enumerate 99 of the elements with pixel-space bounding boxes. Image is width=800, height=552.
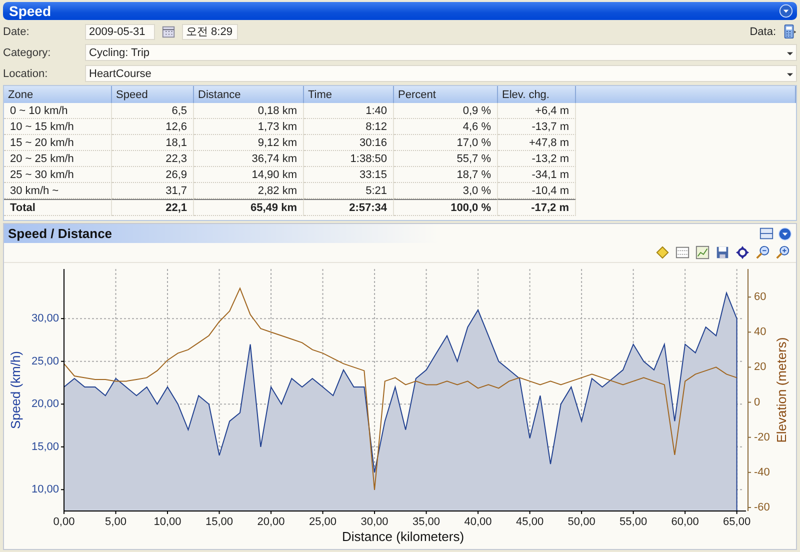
table-cell: 14,90 km <box>194 167 304 183</box>
table-cell: 25 ~ 30 km/h <box>4 167 112 183</box>
x-tick-label: 25,00 <box>309 516 337 528</box>
table-cell: 1:38:50 <box>304 151 394 167</box>
x-tick-label: 40,00 <box>464 516 492 528</box>
layout-icon[interactable] <box>759 226 774 241</box>
panel-title: Speed / Distance <box>8 226 112 241</box>
table-cell: 4,6 % <box>394 119 498 135</box>
table-cell: 22,3 <box>112 151 194 167</box>
zoom-in-icon[interactable] <box>775 245 790 260</box>
time-field[interactable]: 오전 8:29 <box>182 24 238 40</box>
field-label: Data: <box>750 26 776 38</box>
x-axis-title: Distance (kilometers) <box>342 529 464 544</box>
table-cell: +6,4 m <box>498 103 576 119</box>
table-cell: 36,74 km <box>194 151 304 167</box>
table-cell: 5:21 <box>304 183 394 199</box>
fit-icon[interactable] <box>735 245 750 260</box>
y2-axis-title: Elevation (meters) <box>774 337 789 443</box>
window-title: Speed <box>9 3 52 19</box>
total-cell: -17,2 m <box>498 199 576 216</box>
y-tick-label: 15,00 <box>31 440 59 453</box>
y2-tick-label: 20 <box>754 361 766 374</box>
table-cell: +47,8 m <box>498 135 576 151</box>
y2-tick-label: -60 <box>754 502 770 514</box>
x-tick-label: 65,00 <box>723 516 751 528</box>
y-tick-label: 20,00 <box>31 398 59 410</box>
calculator-icon[interactable] <box>782 24 797 39</box>
y2-tick-label: 60 <box>754 291 766 304</box>
field-label: Location: <box>3 68 49 80</box>
y-tick-label: 30,00 <box>31 312 59 325</box>
x-tick-label: 0,00 <box>53 516 75 528</box>
table-cell: -10,4 m <box>498 183 576 199</box>
table-cell: 1:40 <box>304 103 394 119</box>
table-cell: 18,1 <box>112 135 194 151</box>
diamond-icon[interactable] <box>655 245 670 260</box>
y2-tick-label: 40 <box>754 326 766 338</box>
table-cell: 33:15 <box>304 167 394 183</box>
x-tick-label: 30,00 <box>360 516 388 528</box>
save-icon[interactable] <box>715 245 730 260</box>
date-field[interactable]: 2009-05-31 <box>85 24 155 40</box>
zoom-out-icon[interactable] <box>755 245 770 260</box>
x-tick-label: 20,00 <box>257 516 285 528</box>
table-cell: 55,7 % <box>394 151 498 167</box>
y-axis-title: Speed (km/h) <box>8 350 23 430</box>
total-cell: 22,1 <box>112 199 194 216</box>
table-cell: 1,73 km <box>194 119 304 135</box>
column-header[interactable]: Percent <box>394 86 498 103</box>
table-cell: 2,82 km <box>194 183 304 199</box>
table-cell: -13,7 m <box>498 119 576 135</box>
table-cell: 18,7 % <box>394 167 498 183</box>
x-tick-label: 5,00 <box>105 516 126 528</box>
field-label: Date: <box>3 26 30 38</box>
grid-icon[interactable] <box>675 245 690 260</box>
column-header[interactable]: Speed <box>112 86 194 103</box>
table-cell: 0 ~ 10 km/h <box>4 103 112 119</box>
x-tick-label: 55,00 <box>620 516 648 528</box>
total-cell: Total <box>4 199 112 216</box>
table-cell: 0,9 % <box>394 103 498 119</box>
x-tick-label: 35,00 <box>412 516 440 528</box>
total-cell: 2:57:34 <box>304 199 394 216</box>
table-cell: 0,18 km <box>194 103 304 119</box>
total-cell: 100,0 % <box>394 199 498 216</box>
total-cell: 65,49 km <box>194 199 304 216</box>
collapse-button-icon[interactable] <box>778 226 792 240</box>
table-cell: 12,6 <box>112 119 194 135</box>
calendar-icon[interactable] <box>161 24 176 39</box>
table-cell: 20 ~ 25 km/h <box>4 151 112 167</box>
y2-tick-label: -20 <box>754 431 770 444</box>
y-tick-label: 25,00 <box>31 355 59 368</box>
table-cell: 30 km/h ~ <box>4 183 112 199</box>
table-cell: 10 ~ 15 km/h <box>4 119 112 135</box>
table-cell: 15 ~ 20 km/h <box>4 135 112 151</box>
collapse-button-icon[interactable] <box>779 4 793 18</box>
category-dropdown[interactable]: Cycling: Trip <box>85 44 797 61</box>
table-cell: 30:16 <box>304 135 394 151</box>
table-cell: 31,7 <box>112 183 194 199</box>
x-tick-label: 10,00 <box>154 516 182 528</box>
y2-tick-label: -40 <box>754 466 770 478</box>
column-header[interactable]: Elev. chg. <box>498 86 576 103</box>
x-tick-label: 45,00 <box>516 516 544 528</box>
y-tick-label: 10,00 <box>31 484 59 496</box>
location-dropdown[interactable]: HeartCourse <box>85 65 797 82</box>
chart-icon[interactable] <box>695 245 710 260</box>
column-header[interactable]: Time <box>304 86 394 103</box>
x-tick-label: 15,00 <box>206 516 234 528</box>
table-cell: 3,0 % <box>394 183 498 199</box>
y2-tick-label: 0 <box>754 396 760 408</box>
column-header[interactable]: Distance <box>194 86 304 103</box>
table-cell: 6,5 <box>112 103 194 119</box>
field-label: Category: <box>3 46 52 58</box>
x-tick-label: 50,00 <box>568 516 596 528</box>
table-cell: 8:12 <box>304 119 394 135</box>
table-cell: 26,9 <box>112 167 194 183</box>
table-cell: -34,1 m <box>498 167 576 183</box>
table-cell: -13,2 m <box>498 151 576 167</box>
column-header[interactable]: Zone <box>4 86 112 103</box>
table-cell: 17,0 % <box>394 135 498 151</box>
x-tick-label: 60,00 <box>671 516 699 528</box>
table-cell: 9,12 km <box>194 135 304 151</box>
